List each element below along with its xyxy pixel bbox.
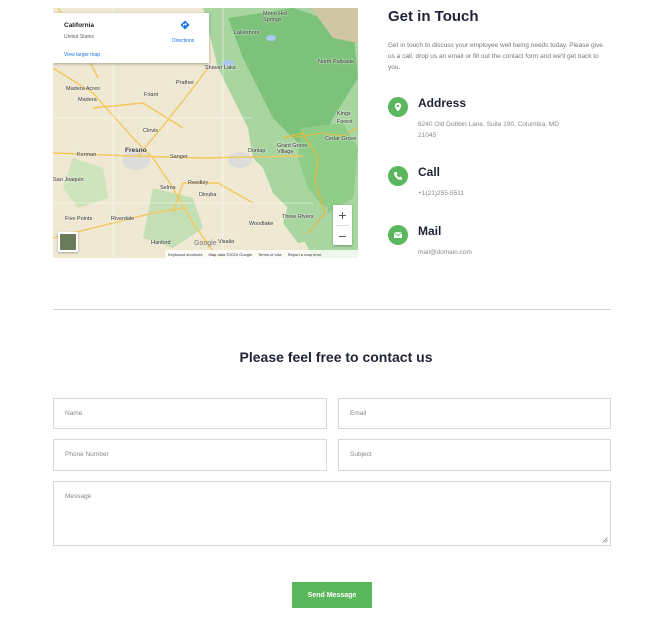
map-label: Forest — [337, 119, 353, 125]
map-label: Friant — [144, 92, 159, 98]
map-place-name: California — [64, 22, 94, 29]
map-place-country: United States — [64, 34, 95, 40]
map-label: Mono Hot Springs — [263, 11, 287, 23]
mail-label: Mail — [418, 224, 442, 238]
map-label: Shaver Lake — [205, 65, 236, 71]
map-label: Woodlake — [249, 221, 274, 227]
call-value[interactable]: +1(21)255-5511 — [418, 188, 578, 199]
location-pin-icon — [388, 97, 408, 117]
map-label: San Joaquin — [53, 177, 84, 183]
map-label: Reedley — [188, 180, 209, 186]
map-label: Madera Acres — [66, 86, 100, 92]
section-divider — [53, 309, 611, 310]
map-label-fresno: Fresno — [125, 147, 147, 154]
email-field[interactable]: Email — [338, 398, 611, 429]
map-label: Five Points — [65, 216, 93, 222]
map-label: Three Rivers — [282, 214, 314, 220]
view-larger-map-link[interactable]: View larger map — [64, 52, 100, 58]
map-label: Visalia — [218, 239, 235, 245]
phone-icon — [388, 166, 408, 186]
get-in-touch-description: Get in touch to discuss your employee we… — [388, 42, 603, 71]
map-label: Clovis — [143, 128, 158, 134]
report-map-error-link[interactable]: Report a map error — [288, 252, 322, 257]
address-label: Address — [418, 96, 467, 110]
map-label: Grant Grove Village — [277, 143, 308, 155]
google-logo: Google — [194, 240, 217, 247]
satellite-toggle-thumbnail[interactable] — [58, 232, 78, 252]
map-label: Riverdale — [111, 216, 135, 222]
message-placeholder: Message — [65, 493, 92, 500]
subject-field[interactable]: Subject — [338, 439, 611, 471]
map-label: North Palisade — [318, 59, 355, 65]
envelope-icon — [388, 225, 408, 245]
map-label: Sanger — [170, 154, 188, 160]
mail-value[interactable]: mail@domain.com — [418, 247, 578, 258]
textarea-resize-handle[interactable] — [602, 537, 608, 543]
phone-number-field[interactable]: Phone Number — [53, 439, 327, 471]
directions-link[interactable]: Directions — [172, 38, 194, 44]
map-embed[interactable]: Fresno Clovis Madera Madera Acres Kerman… — [53, 8, 358, 258]
map-label: Dunlap — [248, 148, 266, 154]
map-place-card: California United States View larger map… — [53, 13, 209, 63]
map-label: Lakeshore — [234, 30, 260, 36]
map-attribution-bar: Keyboard shortcuts Map data ©2023 Google… — [165, 250, 358, 258]
map-zoom-controls: + − — [333, 205, 352, 245]
zoom-out-button[interactable]: − — [333, 226, 352, 246]
map-label: Kerman — [77, 152, 97, 158]
call-label: Call — [418, 165, 441, 179]
map-label: Selma — [160, 185, 176, 191]
map-label: Hanford — [151, 240, 171, 246]
map-label: Kings — [337, 111, 351, 117]
keyboard-shortcuts-link[interactable]: Keyboard shortcuts — [168, 252, 202, 257]
map-label: Madera — [78, 97, 97, 103]
address-value: 6240 Old Dobbin Lane, Suite 190, Columbi… — [418, 121, 559, 139]
name-field[interactable]: Name — [53, 398, 327, 429]
contact-form-title: Please feel free to contact us — [239, 349, 433, 365]
map-label: Cedar Grove — [325, 136, 357, 142]
map-label: Prather — [176, 80, 195, 86]
map-label: Dinuba — [199, 192, 217, 198]
directions-icon[interactable] — [180, 20, 190, 30]
terms-of-use-link[interactable]: Terms of Use — [258, 252, 282, 257]
message-textarea[interactable]: Message — [53, 481, 611, 546]
zoom-in-button[interactable]: + — [333, 205, 352, 225]
map-data-text: Map data ©2023 Google — [208, 251, 253, 257]
send-message-button[interactable]: Send Message — [292, 582, 372, 608]
get-in-touch-title: Get in Touch — [388, 8, 479, 25]
